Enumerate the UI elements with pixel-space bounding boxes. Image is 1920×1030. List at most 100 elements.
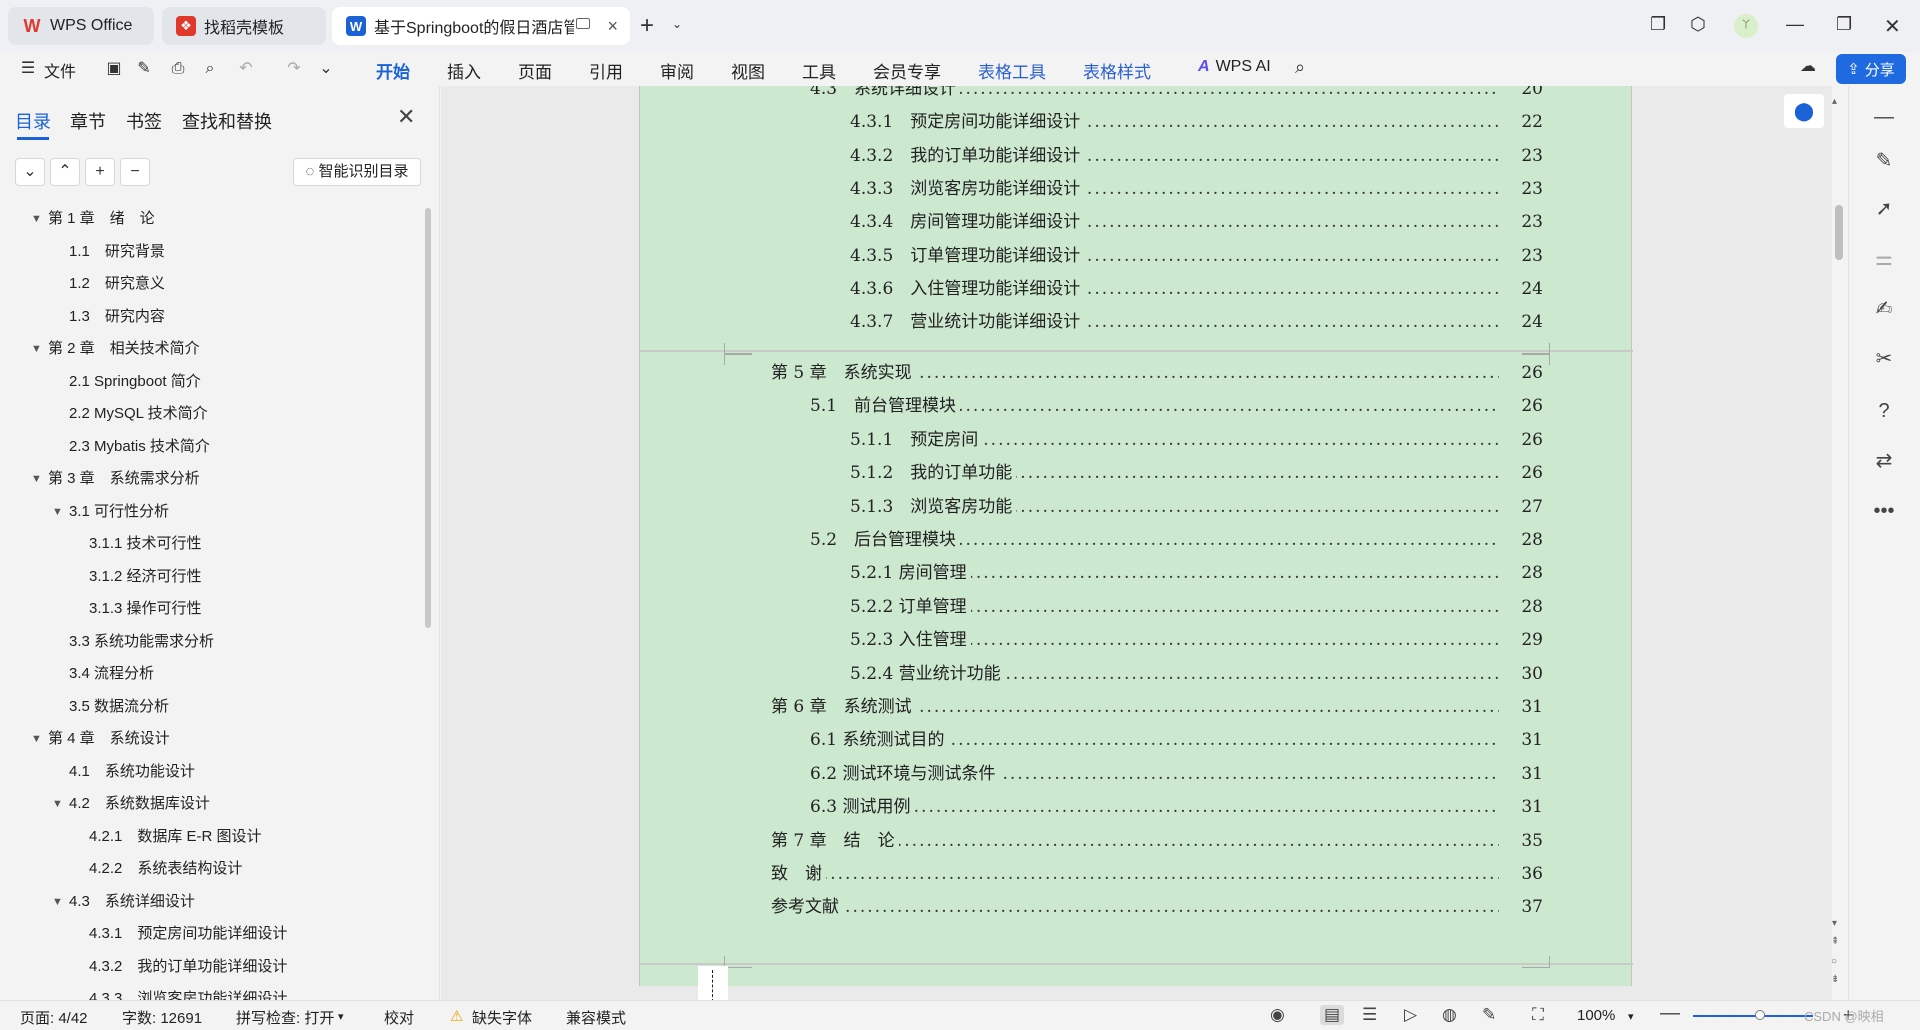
tab-view[interactable]: 视图 [731,58,765,83]
page-view-icon[interactable]: ▤ [1320,1005,1345,1025]
zoom-out-icon[interactable]: — [1660,1002,1680,1025]
toc-item[interactable]: 3.3 系统功能需求分析 [69,631,214,653]
toc-entry[interactable]: ........................................… [850,660,1543,687]
sign-icon[interactable]: ✍ [1871,296,1897,322]
missing-font[interactable]: 缺失字体 [472,1007,532,1028]
more-icon[interactable]: ••• [1871,498,1897,524]
tab-current-document[interactable]: W 基于Springboot的假日酒店管 × [332,7,630,45]
tools-icon[interactable]: ✂ [1871,346,1897,372]
chevron-down-icon[interactable]: ▾ [1628,1010,1634,1023]
cube-icon[interactable]: ⬡ [1690,14,1706,35]
zoom-slider[interactable] [1693,1015,1813,1017]
expand-arrow-icon[interactable]: ▼ [31,338,42,360]
scroll-up-icon[interactable]: ▴ [1832,96,1837,107]
restore-icon[interactable]: ❐ [1836,14,1852,35]
toc-entry[interactable]: ........................................… [850,593,1543,620]
toc-entry[interactable]: ........................................… [810,86,1543,102]
tab-references[interactable]: 引用 [589,58,623,83]
tab-wps-office[interactable]: W WPS Office [8,7,154,45]
toc-entry[interactable]: ........................................… [771,861,1543,887]
document-page[interactable]: ........................................… [639,86,1633,1000]
print-icon[interactable]: ⎙ [168,60,188,78]
toc-item[interactable]: ▼ 4.3 系统详细设计 [52,891,195,913]
toc-item[interactable]: 2.2 MySQL 技术简介 [69,403,208,425]
location-icon[interactable]: ⬤ [1784,94,1824,128]
toc-item[interactable]: ▼ 第 1 章 绪 论 [31,208,155,230]
nav-tab-chapters[interactable]: 章节 [70,108,106,134]
toc-item[interactable]: 4.2.2 系统表结构设计 [89,858,242,880]
toc-entry[interactable]: ........................................… [850,426,1543,453]
toc-item[interactable]: 3.4 流程分析 [69,663,154,685]
print-preview-icon[interactable]: ⌕ [200,60,220,78]
toc-item[interactable]: 1.2 研究意义 [69,273,165,295]
add-heading-button[interactable]: + [85,158,115,186]
toc-item[interactable]: ▼ 第 2 章 相关技术简介 [31,338,200,360]
tab-member[interactable]: 会员专享 [873,58,941,83]
toc-entry[interactable]: ........................................… [850,242,1543,269]
toc-item[interactable]: 4.2.1 数据库 E-R 图设计 [89,826,262,848]
spell-check[interactable]: 拼写检查: 打开 [236,1007,334,1028]
toc-entry[interactable]: ........................................… [810,393,1543,420]
redo-icon[interactable]: ↷ [284,60,304,78]
word-count[interactable]: 字数: 12691 [122,1007,202,1028]
tab-docer-template[interactable]: ❖ 找稻壳模板 [162,7,326,45]
tab-page[interactable]: 页面 [518,58,552,83]
close-panel-icon[interactable]: ✕ [397,104,415,130]
play-icon[interactable]: ▷ [1404,1005,1417,1025]
toc-item[interactable]: ▼ 第 3 章 系统需求分析 [31,468,200,490]
nav-tab-toc[interactable]: 目录 [15,108,51,140]
avatar[interactable]: 丫 [1734,14,1758,38]
share-button[interactable]: ⇪ 分享 [1836,54,1906,84]
screen-icon[interactable] [576,18,590,29]
help-icon[interactable]: ? [1871,398,1897,424]
web-view-icon[interactable]: ◍ [1442,1005,1457,1025]
format-painter-icon[interactable]: ✎ [134,60,154,78]
toc-item[interactable]: 2.1 Springboot 简介 [69,371,201,393]
toc-entry[interactable]: ........................................… [771,694,1543,720]
prev-page-icon[interactable]: ⇞ [1831,936,1839,947]
close-tab-icon[interactable]: × [607,16,618,37]
toc-item[interactable]: 4.3.1 预定房间功能详细设计 [89,923,287,945]
toc-entry[interactable]: ........................................… [850,493,1543,520]
expand-arrow-icon[interactable]: ▼ [52,501,63,523]
expand-down-button[interactable]: ⌄ [15,158,45,186]
outline-view-icon[interactable]: ☰ [1362,1005,1377,1025]
more-quick-icon[interactable]: ⌄ [316,60,336,78]
file-menu[interactable]: 文件 [44,58,76,82]
select-browse-icon[interactable]: ○ [1831,956,1837,967]
toc-entry[interactable]: ........................................… [850,175,1543,202]
toc-item[interactable]: 4.3.2 我的订单功能详细设计 [89,956,287,978]
toc-entry[interactable]: ........................................… [810,760,1543,787]
expand-arrow-icon[interactable]: ▼ [52,891,63,913]
adjust-icon[interactable]: ⚌ [1871,246,1897,272]
search-icon[interactable]: ⌕ [1290,58,1310,76]
toc-entry[interactable]: ........................................… [850,460,1543,487]
expand-arrow-icon[interactable]: ▼ [52,793,63,815]
expand-arrow-icon[interactable]: ▼ [31,728,42,750]
toc-entry[interactable]: ........................................… [771,360,1543,386]
smart-toc-button[interactable]: ◌ 智能识别目录 [293,158,421,186]
translate-icon[interactable]: ⇄ [1871,448,1897,474]
tab-table-tools[interactable]: 表格工具 [978,58,1046,83]
toc-entry[interactable]: ........................................… [810,527,1543,553]
tab-insert[interactable]: 插入 [447,58,481,83]
minimize-icon[interactable]: — [1786,14,1804,35]
toc-item[interactable]: 3.5 数据流分析 [69,696,169,718]
toc-item[interactable]: 3.1.1 技术可行性 [89,533,202,555]
tab-home[interactable]: 开始 [376,58,410,89]
remove-heading-button[interactable]: − [120,158,150,186]
toc-entry[interactable]: ........................................… [771,894,1543,921]
tab-review[interactable]: 审阅 [660,58,694,83]
scroll-down-icon[interactable]: ▾ [1832,918,1837,929]
chevron-down-icon[interactable]: ▾ [338,1010,344,1023]
select-cursor-icon[interactable]: ➚ [1871,196,1897,222]
cloud-icon[interactable]: ☁ [1798,58,1818,76]
expand-arrow-icon[interactable]: ▼ [31,208,42,230]
toc-item[interactable]: 1.3 研究内容 [69,306,165,328]
toc-entry[interactable]: ........................................… [850,209,1543,236]
document-scrollbar[interactable] [1835,205,1843,260]
pen-mode-icon[interactable]: ✎ [1482,1005,1496,1025]
proofread[interactable]: 校对 [384,1007,414,1028]
toc-entry[interactable]: ........................................… [810,794,1543,821]
toc-item[interactable]: 1.1 研究背景 [69,241,165,263]
